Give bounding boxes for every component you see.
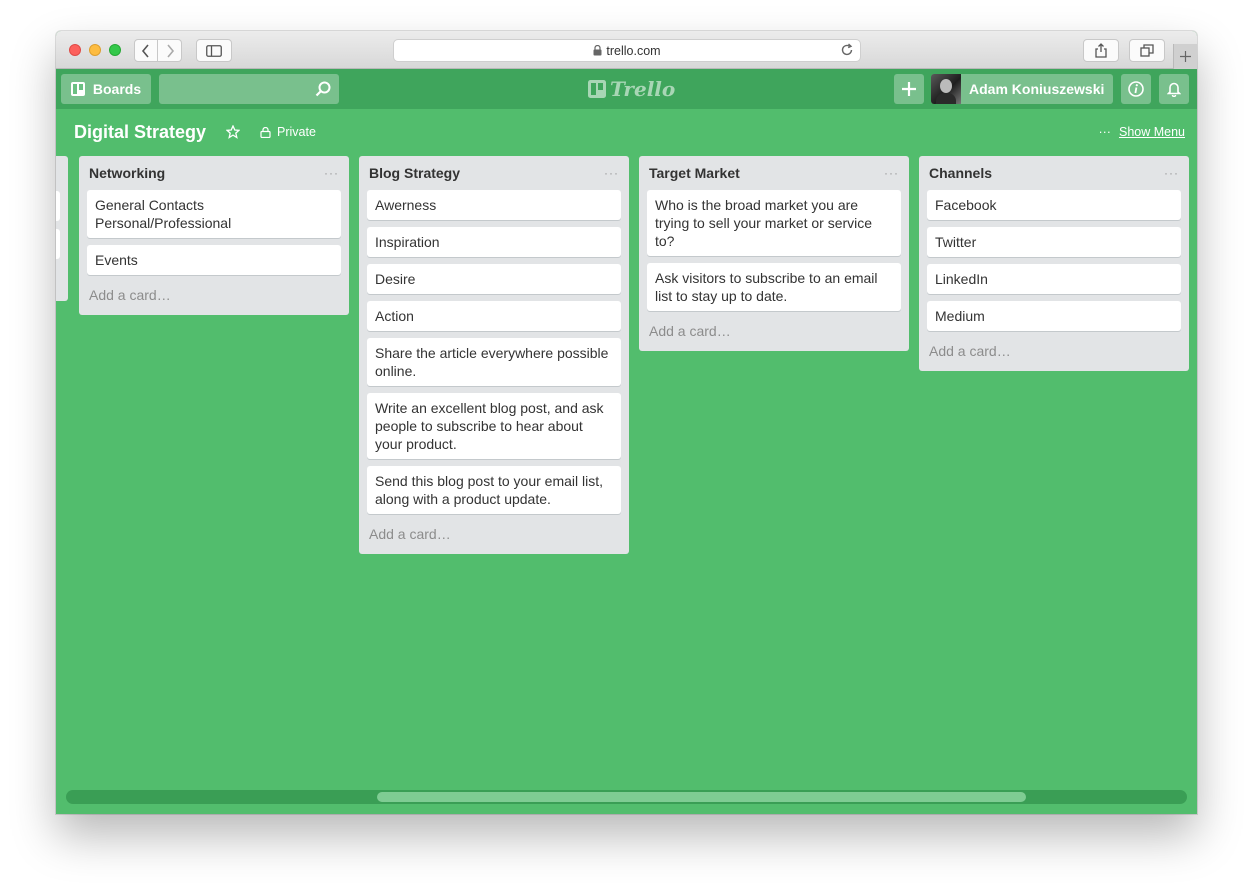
add-button[interactable] [894, 74, 924, 104]
back-button[interactable] [134, 39, 158, 62]
card[interactable]: Share the article everywhere possible on… [367, 338, 621, 386]
list-title[interactable]: Networking [89, 165, 165, 181]
card[interactable]: Facebook [927, 190, 1181, 220]
sidebar-toggle-button[interactable] [196, 39, 232, 62]
chevron-left-icon [141, 43, 149, 58]
star-icon[interactable] [226, 125, 240, 139]
card[interactable]: Action [367, 301, 621, 331]
card[interactable]: Send this blog post to your email list, … [367, 466, 621, 514]
board-scrollbar[interactable] [66, 790, 1187, 804]
plus-icon [1180, 51, 1191, 62]
visibility-button[interactable]: Private [260, 125, 316, 139]
share-button[interactable] [1083, 39, 1119, 62]
add-card-button[interactable]: Add a card… [927, 338, 1181, 363]
notifications-button[interactable] [1159, 74, 1189, 104]
info-button[interactable] [1121, 74, 1151, 104]
add-card-button[interactable]: Add a card… [367, 521, 621, 546]
list-channels: Channels ··· Facebook Twitter LinkedIn M… [919, 156, 1189, 371]
lock-icon [260, 126, 271, 138]
card[interactable]: Awerness [367, 190, 621, 220]
card[interactable]: Desire [367, 264, 621, 294]
card-partial[interactable] [56, 191, 60, 221]
list-header: Channels ··· [927, 156, 1181, 190]
tabs-icon [1140, 44, 1154, 57]
browser-window: trello.com Boards Trello Adam Koniuszews… [56, 31, 1197, 814]
logo-text: Trello [610, 77, 676, 101]
list-title[interactable]: Blog Strategy [369, 165, 460, 181]
share-icon [1095, 43, 1107, 58]
search-icon[interactable] [315, 81, 331, 97]
more-icon: ··· [1098, 125, 1111, 139]
trello-logo[interactable]: Trello [588, 77, 676, 101]
chevron-right-icon [166, 43, 174, 58]
tab-overview-button[interactable] [1129, 39, 1165, 62]
card[interactable]: Events [87, 245, 341, 275]
list-menu-icon[interactable]: ··· [324, 166, 339, 180]
forward-button[interactable] [158, 39, 182, 62]
boards-button[interactable]: Boards [61, 74, 151, 104]
list-header: Blog Strategy ··· [367, 156, 621, 190]
card[interactable]: Ask visitors to subscribe to an email li… [647, 263, 901, 311]
add-card-button[interactable]: Add a card… [647, 318, 901, 343]
lock-icon [593, 45, 602, 56]
close-window-button[interactable] [69, 44, 81, 56]
trello-logo-icon [588, 80, 606, 98]
card[interactable]: Write an excellent blog post, and ask pe… [367, 393, 621, 459]
show-menu-label: Show Menu [1118, 125, 1185, 139]
list-menu-icon[interactable]: ··· [884, 166, 899, 180]
browser-toolbar: trello.com [56, 31, 1197, 69]
user-name: Adam Koniuszewski [969, 81, 1105, 97]
list-target-market: Target Market ··· Who is the broad marke… [639, 156, 909, 351]
add-card-button[interactable]: Add a card… [87, 282, 341, 307]
zoom-window-button[interactable] [109, 44, 121, 56]
list-header: Target Market ··· [647, 156, 901, 190]
app-header: Boards Trello Adam Koniuszewski [56, 69, 1197, 109]
bell-icon [1167, 82, 1181, 97]
card[interactable]: LinkedIn [927, 264, 1181, 294]
boards-icon [70, 82, 85, 96]
list-partial [56, 156, 68, 301]
boards-label: Boards [92, 81, 142, 97]
card[interactable]: Who is the broad market you are trying t… [647, 190, 901, 256]
card[interactable]: General Contacts Personal/Professional [87, 190, 341, 238]
show-menu-button[interactable]: ··· Show Menu [1098, 125, 1185, 139]
search-input[interactable] [159, 74, 339, 104]
minimize-window-button[interactable] [89, 44, 101, 56]
reload-icon[interactable] [840, 43, 854, 57]
url-text: trello.com [606, 43, 661, 58]
card[interactable]: Twitter [927, 227, 1181, 257]
list-networking: Networking ··· General Contacts Personal… [79, 156, 349, 315]
card-partial[interactable] [56, 229, 60, 259]
card[interactable]: Inspiration [367, 227, 621, 257]
scrollbar-thumb[interactable] [377, 792, 1026, 802]
list-header: Networking ··· [87, 156, 341, 190]
info-icon [1128, 81, 1144, 97]
board-title[interactable]: Digital Strategy [74, 122, 206, 143]
new-tab-button[interactable] [1173, 44, 1197, 69]
plus-icon [902, 82, 916, 96]
member-menu-button[interactable]: Adam Koniuszewski [931, 74, 1113, 104]
list-menu-icon[interactable]: ··· [604, 166, 619, 180]
list-title[interactable]: Target Market [649, 165, 740, 181]
list-title[interactable]: Channels [929, 165, 992, 181]
address-bar[interactable]: trello.com [393, 39, 861, 62]
sidebar-icon [206, 44, 222, 57]
avatar [931, 74, 961, 104]
list-blog-strategy: Blog Strategy ··· Awerness Inspiration D… [359, 156, 629, 554]
visibility-label: Private [277, 125, 316, 139]
card[interactable]: Medium [927, 301, 1181, 331]
list-menu-icon[interactable]: ··· [1164, 166, 1179, 180]
